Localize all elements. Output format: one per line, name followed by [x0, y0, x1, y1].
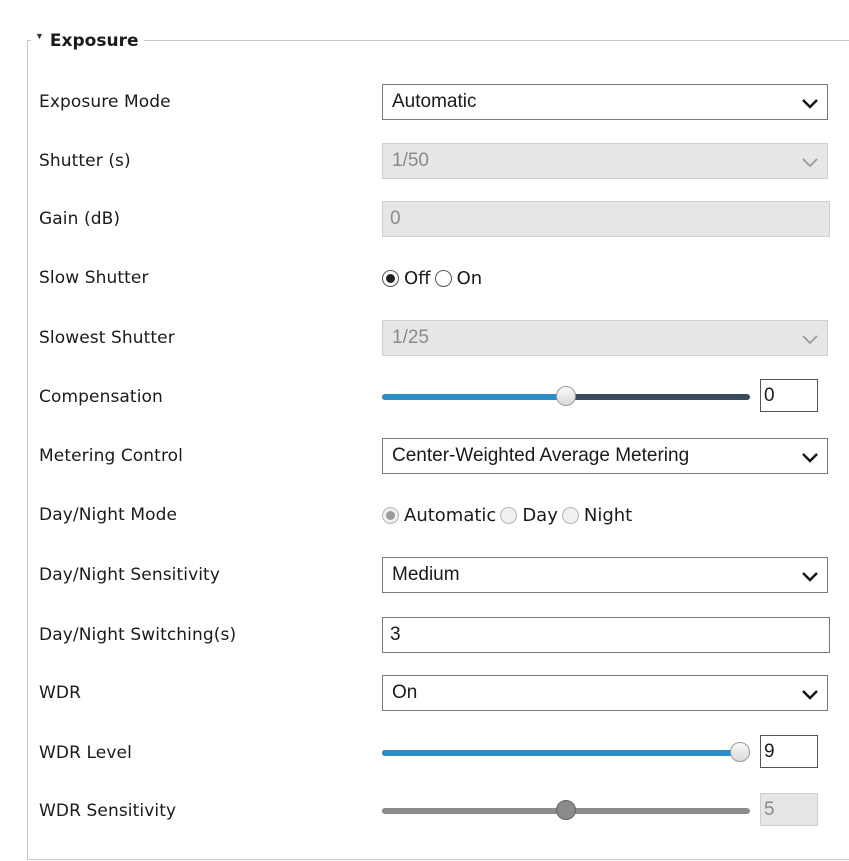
slider-fill	[382, 394, 566, 400]
wdr-select[interactable]: On	[382, 675, 828, 711]
day-night-sensitivity-row: Day/Night Sensitivity Medium	[0, 557, 849, 593]
shutter-value: 1/50	[392, 150, 429, 171]
slowest-shutter-label: Slowest Shutter	[39, 328, 175, 348]
day-night-night-radio[interactable]: Night	[561, 504, 633, 526]
caret-down-icon[interactable]: ▼	[35, 31, 44, 41]
radio-unselected-icon[interactable]	[500, 506, 518, 524]
exposure-mode-label: Exposure Mode	[39, 92, 171, 112]
exposure-section-header[interactable]: ▼ Exposure	[31, 30, 145, 52]
gain-value: 0	[390, 208, 401, 229]
wdr-sensitivity-slider[interactable]	[382, 793, 750, 829]
radio-unselected-icon[interactable]	[434, 269, 452, 287]
slider-handle[interactable]	[556, 800, 576, 820]
slowest-shutter-select[interactable]: 1/25	[382, 320, 828, 356]
chevron-down-icon	[802, 453, 818, 463]
day-night-mode-label: Day/Night Mode	[39, 505, 178, 525]
radio-unselected-icon[interactable]	[561, 506, 579, 524]
compensation-value-field[interactable]: 0	[760, 379, 818, 412]
radio-selected-icon[interactable]	[382, 269, 399, 287]
day-night-mode-row: Day/Night Mode Automatic Day Night	[0, 497, 849, 533]
compensation-row: Compensation 0	[0, 379, 849, 415]
slow-shutter-radio-group: Off On	[382, 260, 486, 296]
compensation-slider[interactable]	[382, 379, 750, 415]
slow-shutter-on-label: On	[456, 267, 483, 289]
day-night-sensitivity-label: Day/Night Sensitivity	[39, 565, 220, 585]
slider-handle[interactable]	[730, 742, 750, 762]
day-night-switching-label: Day/Night Switching(s)	[39, 625, 237, 645]
day-night-switching-row: Day/Night Switching(s) 3	[0, 617, 849, 653]
shutter-select[interactable]: 1/50	[382, 143, 828, 179]
wdr-level-slider[interactable]	[382, 735, 750, 771]
exposure-mode-select[interactable]: Automatic	[382, 84, 828, 120]
metering-value: Center-Weighted Average Metering	[392, 445, 690, 466]
wdr-sensitivity-value-field[interactable]: 5	[760, 793, 818, 826]
compensation-value: 0	[764, 384, 775, 406]
day-night-automatic-radio[interactable]: Automatic	[382, 505, 496, 526]
shutter-row: Shutter (s) 1/50	[0, 143, 849, 179]
wdr-level-row: WDR Level 9	[0, 735, 849, 771]
compensation-label: Compensation	[39, 387, 163, 407]
wdr-sensitivity-label: WDR Sensitivity	[39, 801, 177, 821]
slowest-shutter-value: 1/25	[392, 327, 429, 348]
wdr-value: On	[392, 682, 418, 703]
gain-field[interactable]: 0	[382, 201, 830, 237]
day-night-automatic-label: Automatic	[404, 504, 497, 526]
day-night-sensitivity-value: Medium	[392, 564, 460, 585]
wdr-sensitivity-row: WDR Sensitivity 5	[0, 793, 849, 829]
radio-selected-icon[interactable]	[382, 506, 399, 524]
shutter-label: Shutter (s)	[39, 151, 131, 171]
day-night-switching-field[interactable]: 3	[382, 617, 830, 653]
metering-row: Metering Control Center-Weighted Average…	[0, 438, 849, 474]
day-night-switching-value: 3	[390, 624, 401, 645]
wdr-row: WDR On	[0, 675, 849, 711]
slow-shutter-on-radio[interactable]: On	[434, 267, 483, 289]
slow-shutter-off-radio[interactable]: Off	[382, 268, 431, 289]
gain-row: Gain (dB) 0	[0, 201, 849, 237]
gain-label: Gain (dB)	[39, 209, 121, 229]
slow-shutter-off-label: Off	[404, 267, 431, 289]
slow-shutter-row: Slow Shutter Off On	[0, 260, 849, 296]
day-night-mode-radio-group: Automatic Day Night	[382, 497, 636, 533]
wdr-level-label: WDR Level	[39, 743, 132, 763]
wdr-level-value-field[interactable]: 9	[760, 735, 818, 768]
day-night-day-radio[interactable]: Day	[500, 505, 558, 526]
chevron-down-icon	[802, 690, 818, 700]
slider-fill	[382, 750, 740, 756]
day-night-night-label: Night	[583, 504, 633, 526]
chevron-down-icon	[802, 335, 818, 345]
wdr-level-value: 9	[764, 740, 775, 762]
exposure-mode-value: Automatic	[392, 91, 477, 112]
chevron-down-icon	[802, 158, 818, 168]
section-title: Exposure	[49, 31, 139, 51]
slowest-shutter-row: Slowest Shutter 1/25	[0, 320, 849, 356]
wdr-sensitivity-value: 5	[764, 798, 775, 820]
day-night-day-label: Day	[522, 504, 558, 526]
slider-handle[interactable]	[556, 386, 576, 406]
exposure-mode-row: Exposure Mode Automatic	[0, 84, 849, 120]
wdr-label: WDR	[39, 683, 82, 703]
metering-select[interactable]: Center-Weighted Average Metering	[382, 438, 828, 474]
slider-fill	[382, 808, 566, 814]
day-night-sensitivity-select[interactable]: Medium	[382, 557, 828, 593]
metering-label: Metering Control	[39, 446, 183, 466]
chevron-down-icon	[802, 572, 818, 582]
chevron-down-icon	[802, 99, 818, 109]
slow-shutter-label: Slow Shutter	[39, 268, 149, 288]
